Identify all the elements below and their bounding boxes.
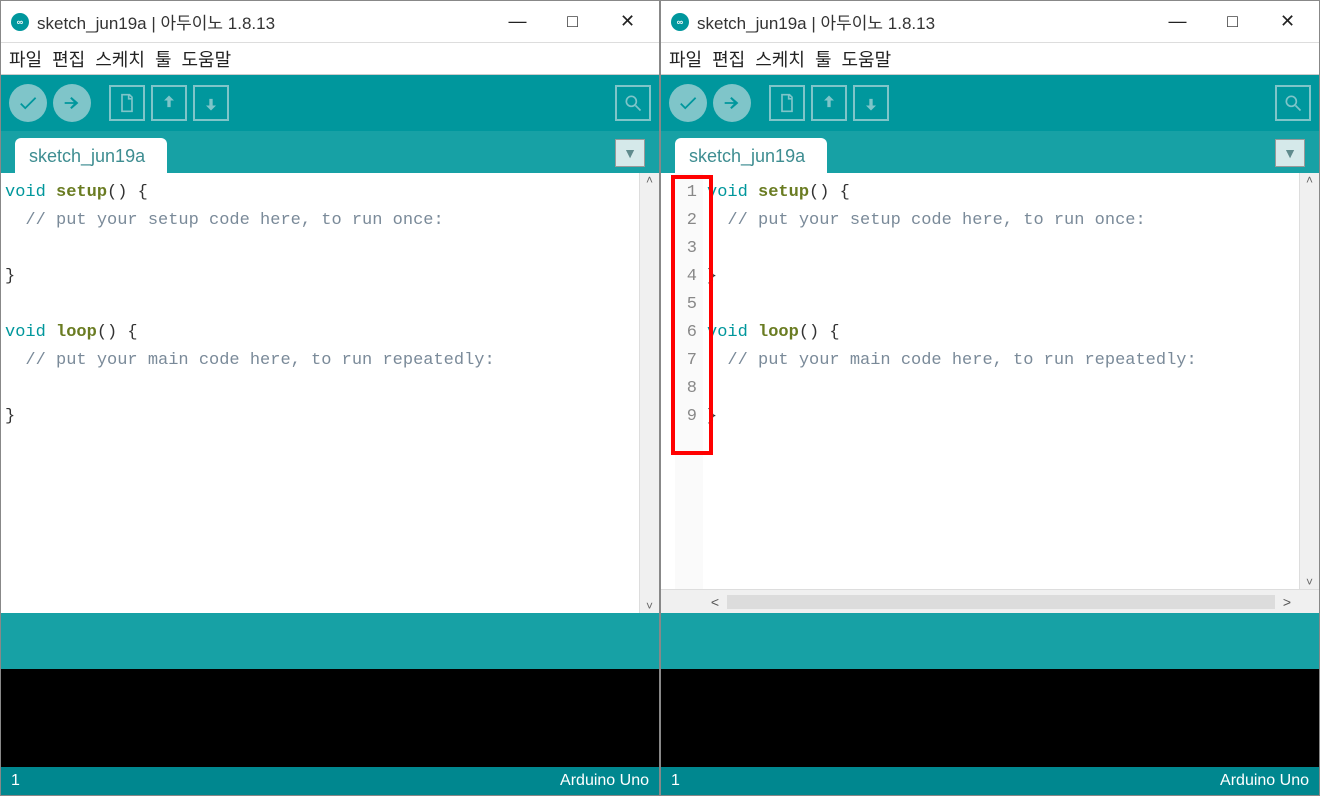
vertical-scrollbar[interactable]: ˄˅ (1299, 173, 1319, 589)
message-bar (1, 613, 659, 669)
menu-sketch[interactable]: 스케치 (95, 46, 145, 72)
save-sketch-button[interactable] (193, 85, 229, 121)
arduino-ide-window-right: ∞ sketch_jun19a | 아두이노 1.8.13 — □ ✕ 파일 편… (660, 0, 1320, 796)
statusbar: 1 Arduino Uno (1, 767, 659, 795)
app-icon: ∞ (671, 13, 689, 31)
menu-file[interactable]: 파일 (9, 46, 42, 72)
window-title: sketch_jun19a | 아두이노 1.8.13 (697, 9, 1150, 34)
tabbar: sketch_jun19a ▼ (661, 131, 1319, 173)
close-button[interactable]: ✕ (600, 1, 655, 43)
window-title: sketch_jun19a | 아두이노 1.8.13 (37, 9, 490, 34)
chevron-up-icon[interactable]: ˄ (1306, 173, 1313, 187)
status-line-number: 1 (11, 772, 20, 790)
titlebar[interactable]: ∞ sketch_jun19a | 아두이노 1.8.13 — □ ✕ (1, 1, 659, 43)
verify-button[interactable] (9, 84, 47, 122)
tabbar: sketch_jun19a ▼ (1, 131, 659, 173)
chevron-left-icon[interactable]: < (703, 594, 727, 610)
open-sketch-button[interactable] (151, 85, 187, 121)
vertical-scrollbar[interactable]: ˄˅ (639, 173, 659, 613)
tab-menu-button[interactable]: ▼ (615, 139, 645, 167)
chevron-down-icon[interactable]: ˅ (646, 599, 653, 613)
message-bar (661, 613, 1319, 669)
code-editor[interactable]: void setup() { // put your setup code he… (1, 173, 659, 613)
status-line-number: 1 (671, 772, 680, 790)
save-sketch-button[interactable] (853, 85, 889, 121)
open-sketch-button[interactable] (811, 85, 847, 121)
code-content[interactable]: void setup() { // put your setup code he… (703, 173, 1299, 589)
scrollbar-track[interactable] (727, 595, 1275, 609)
menu-help[interactable]: 도움말 (842, 46, 892, 72)
app-icon: ∞ (11, 13, 29, 31)
serial-monitor-button[interactable] (1275, 85, 1311, 121)
menu-help[interactable]: 도움말 (182, 46, 232, 72)
toolbar (661, 75, 1319, 131)
upload-button[interactable] (53, 84, 91, 122)
menubar: 파일 편집 스케치 툴 도움말 (661, 43, 1319, 75)
sketch-tab[interactable]: sketch_jun19a (675, 138, 827, 173)
code-content[interactable]: void setup() { // put your setup code he… (1, 173, 639, 613)
statusbar: 1 Arduino Uno (661, 767, 1319, 795)
menubar: 파일 편집 스케치 툴 도움말 (1, 43, 659, 75)
horizontal-scrollbar[interactable]: < > (661, 589, 1319, 613)
menu-file[interactable]: 파일 (669, 46, 702, 72)
maximize-button[interactable]: □ (1205, 1, 1260, 43)
verify-button[interactable] (669, 84, 707, 122)
menu-tools[interactable]: 툴 (815, 46, 832, 72)
upload-button[interactable] (713, 84, 751, 122)
status-board: Arduino Uno (560, 772, 649, 790)
arduino-ide-window-left: ∞ sketch_jun19a | 아두이노 1.8.13 — □ ✕ 파일 편… (0, 0, 660, 796)
tab-menu-button[interactable]: ▼ (1275, 139, 1305, 167)
new-sketch-button[interactable] (769, 85, 805, 121)
close-button[interactable]: ✕ (1260, 1, 1315, 43)
console[interactable] (1, 669, 659, 767)
chevron-right-icon[interactable]: > (1275, 594, 1299, 610)
serial-monitor-button[interactable] (615, 85, 651, 121)
maximize-button[interactable]: □ (545, 1, 600, 43)
menu-tools[interactable]: 툴 (155, 46, 172, 72)
chevron-up-icon[interactable]: ˄ (646, 173, 653, 187)
toolbar (1, 75, 659, 131)
line-number-gutter: 123456789 (675, 173, 703, 589)
minimize-button[interactable]: — (1150, 1, 1205, 43)
chevron-down-icon[interactable]: ˅ (1306, 575, 1313, 589)
status-board: Arduino Uno (1220, 772, 1309, 790)
titlebar[interactable]: ∞ sketch_jun19a | 아두이노 1.8.13 — □ ✕ (661, 1, 1319, 43)
new-sketch-button[interactable] (109, 85, 145, 121)
menu-edit[interactable]: 편집 (52, 46, 85, 72)
menu-edit[interactable]: 편집 (712, 46, 745, 72)
code-editor[interactable]: 123456789 void setup() { // put your set… (661, 173, 1319, 589)
minimize-button[interactable]: — (490, 1, 545, 43)
sketch-tab[interactable]: sketch_jun19a (15, 138, 167, 173)
console[interactable] (661, 669, 1319, 767)
menu-sketch[interactable]: 스케치 (755, 46, 805, 72)
